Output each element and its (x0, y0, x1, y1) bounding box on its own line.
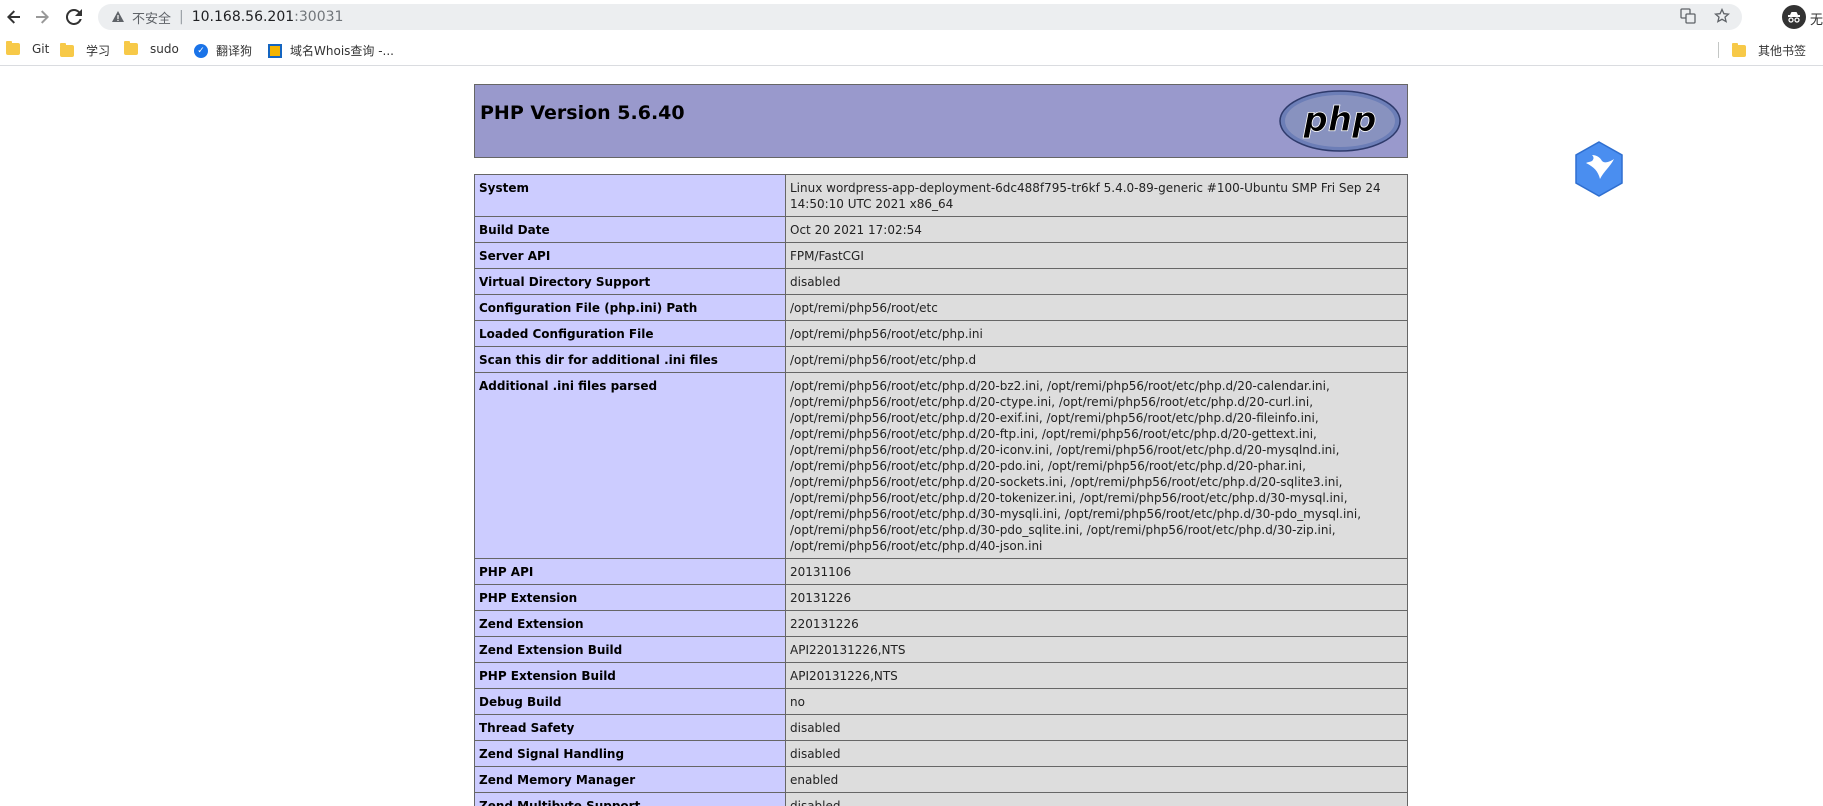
insecure-label[interactable]: 不安全 (132, 8, 171, 27)
row-key: Debug Build (474, 688, 786, 715)
row-value: /opt/remi/php56/root/etc/php.ini (785, 320, 1408, 347)
back-arrow-icon[interactable] (2, 5, 26, 29)
table-row: Zend Extension Build API220131226,NTS (474, 636, 1408, 663)
row-value: disabled (785, 740, 1408, 767)
row-key: Zend Memory Manager (474, 766, 786, 793)
phpinfo-container: PHP Version 5.6.40 php System Linux wordp… (474, 84, 1408, 806)
row-key: Server API (474, 242, 786, 269)
bird-floating-icon[interactable] (1574, 141, 1624, 197)
row-value: disabled (785, 268, 1408, 295)
table-row: Zend Multibyte Support disabled (474, 792, 1408, 806)
bookmark-study[interactable]: 学习 (60, 42, 110, 59)
table-row: Zend Extension 220131226 (474, 610, 1408, 637)
php-logo-text: php (1303, 100, 1377, 140)
address-bar[interactable]: 不安全 | 10.168.56.201:30031 (98, 4, 1742, 30)
phpinfo-header: PHP Version 5.6.40 php (474, 84, 1408, 158)
sogou-icon: ✓ (194, 43, 208, 58)
star-icon[interactable] (1713, 7, 1731, 28)
row-key: Loaded Configuration File (474, 320, 786, 347)
row-value: /opt/remi/php56/root/etc (785, 294, 1408, 321)
row-key: System (474, 174, 786, 217)
bookmark-other[interactable]: 其他书签 (1732, 42, 1806, 59)
bookmark-label: sudo (150, 42, 179, 56)
incognito-profile-icon[interactable] (1782, 5, 1806, 29)
url-port[interactable]: :30031 (294, 9, 343, 25)
table-row: Virtual Directory Support disabled (474, 268, 1408, 295)
folder-icon (1732, 42, 1746, 57)
bookmarks-bar: Git 学习 sudo ✓ 翻译狗 域名Whois查询 -... 其他书签 (0, 34, 1823, 66)
row-value: /opt/remi/php56/root/etc/php.d (785, 346, 1408, 373)
page-content: PHP Version 5.6.40 php System Linux wordp… (0, 67, 1823, 806)
row-key: Thread Safety (474, 714, 786, 741)
folder-icon (124, 41, 138, 55)
table-row: Additional .ini files parsed/opt/remi/ph… (474, 372, 1408, 559)
table-row: Loaded Configuration File/opt/remi/php56… (474, 320, 1408, 347)
table-row: Configuration File (php.ini) Path/opt/re… (474, 294, 1408, 321)
page-title: PHP Version 5.6.40 (480, 102, 685, 124)
row-value: 20131106 (785, 558, 1408, 585)
bookmark-git[interactable]: Git (6, 41, 50, 56)
row-value: disabled (785, 714, 1408, 741)
bookmark-label: Git (32, 42, 50, 56)
bookmark-label: 域名Whois查询 -... (290, 44, 394, 58)
row-value: 20131226 (785, 584, 1408, 611)
phpinfo-table: System Linux wordpress-app-deployment-6dc… (474, 174, 1408, 806)
row-value: FPM/FastCGI (785, 242, 1408, 269)
translate-icon[interactable] (1680, 8, 1696, 28)
row-key: Virtual Directory Support (474, 268, 786, 295)
warning-icon[interactable] (110, 9, 126, 25)
bookmark-label: 其他书签 (1758, 44, 1807, 58)
profile-label[interactable]: 无 (1810, 9, 1823, 28)
table-row: PHP API 20131106 (474, 558, 1408, 585)
row-value: enabled (785, 766, 1408, 793)
bookmark-whois[interactable]: 域名Whois查询 -... (268, 42, 394, 59)
table-row: Zend Signal Handling disabled (474, 740, 1408, 767)
row-value: /opt/remi/php56/root/etc/php.d/20-bz2.in… (785, 372, 1408, 559)
row-key: Zend Extension Build (474, 636, 786, 663)
table-row: PHP Extension 20131226 (474, 584, 1408, 611)
row-value: API20131226,NTS (785, 662, 1408, 689)
row-value: Linux wordpress-app-deployment-6dc488f79… (785, 174, 1408, 217)
folder-icon (60, 42, 74, 57)
row-key: Additional .ini files parsed (474, 372, 786, 559)
row-key: PHP Extension (474, 584, 786, 611)
bookmarks-divider (1718, 42, 1719, 58)
row-value: API220131226,NTS (785, 636, 1408, 663)
row-key: Build Date (474, 216, 786, 243)
reload-icon[interactable] (62, 5, 86, 29)
table-row: Scan this dir for additional .ini files /… (474, 346, 1408, 373)
browser-toolbar: 不安全 | 10.168.56.201:30031 无 (0, 0, 1823, 34)
table-row: Server API FPM/FastCGI (474, 242, 1408, 269)
table-row: Zend Memory Manager enabled (474, 766, 1408, 793)
table-row: System Linux wordpress-app-deployment-6dc… (474, 174, 1408, 217)
row-key: PHP Extension Build (474, 662, 786, 689)
forward-arrow-icon[interactable] (30, 5, 54, 29)
table-row: Debug Build no (474, 688, 1408, 715)
omnibox-actions (1680, 7, 1731, 28)
bookmark-label: 学习 (86, 44, 111, 58)
whois-icon (268, 43, 282, 58)
table-row: Thread Safety disabled (474, 714, 1408, 741)
row-key: Zend Multibyte Support (474, 792, 786, 806)
row-key: Configuration File (php.ini) Path (474, 294, 786, 321)
row-value: Oct 20 2021 17:02:54 (785, 216, 1408, 243)
row-value: no (785, 688, 1408, 715)
url-host[interactable]: 10.168.56.201 (192, 9, 294, 25)
row-value: disabled (785, 792, 1408, 806)
folder-icon (6, 41, 20, 55)
bookmark-sudo[interactable]: sudo (124, 41, 179, 56)
row-key: Scan this dir for additional .ini files (474, 346, 786, 373)
url-separator: | (179, 9, 184, 25)
table-row: Build Date Oct 20 2021 17:02:54 (474, 216, 1408, 243)
bookmark-fanyigou[interactable]: ✓ 翻译狗 (194, 42, 252, 59)
bookmark-label: 翻译狗 (216, 44, 253, 58)
row-value: 220131226 (785, 610, 1408, 637)
row-key: PHP API (474, 558, 786, 585)
row-key: Zend Extension (474, 610, 786, 637)
table-row: PHP Extension Build API20131226,NTS (474, 662, 1408, 689)
php-logo-icon[interactable]: php (1279, 90, 1401, 152)
row-key: Zend Signal Handling (474, 740, 786, 767)
